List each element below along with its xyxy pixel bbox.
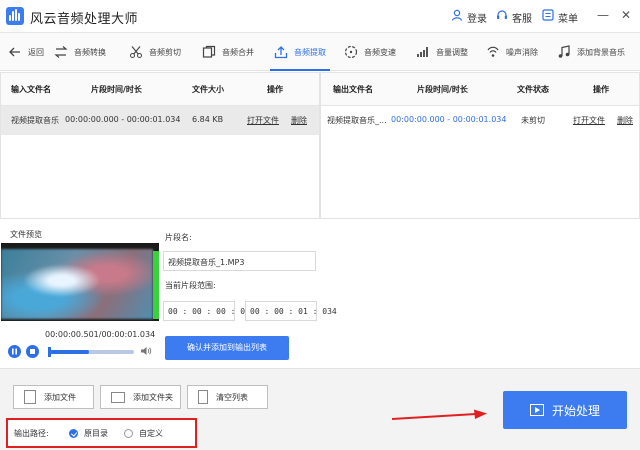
confirm-add-to-output-button[interactable]: 确认并添加到输出列表 — [165, 336, 289, 360]
open-file-link[interactable]: 打开文件 — [247, 115, 279, 126]
play-icon — [529, 404, 544, 416]
music-note-icon — [558, 45, 570, 58]
tool-audio-extract[interactable]: 音频提取 — [270, 33, 330, 71]
table-header: 输入文件名 片段时间/时长 文件大小 操作 — [1, 73, 319, 106]
tool-label: 添加背景音乐 — [577, 47, 625, 57]
app-logo-icon — [6, 7, 24, 25]
trash-icon — [198, 390, 208, 404]
range-start-input[interactable]: 00 : 00 : 00 : 000 — [163, 301, 255, 321]
playback-progress-slider[interactable] — [48, 347, 134, 357]
volume-icon[interactable] — [140, 346, 152, 356]
convert-icon — [54, 46, 68, 58]
add-file-label: 添加文件 — [44, 392, 76, 402]
speed-icon — [344, 45, 358, 59]
segment-time: 00:00:00.000 - 00:00:01.034 — [65, 115, 181, 124]
upload-icon — [274, 46, 288, 59]
column-header: 操作 — [593, 85, 609, 94]
merge-icon — [202, 45, 216, 58]
playhead-marker — [153, 251, 159, 319]
segment-time: 00:00:00.000 - 00:00:01.034 — [391, 115, 507, 124]
output-path-group: 输出路径: 原目录 自定义 — [6, 418, 197, 448]
progress-start-handle[interactable] — [48, 347, 51, 357]
start-processing-button[interactable]: 开始处理 — [503, 391, 627, 429]
tool-audio-merge[interactable]: 音频合并 — [202, 33, 254, 71]
tool-label: 音量调整 — [436, 47, 468, 57]
tool-volume-adjust[interactable]: 音量调整 — [416, 33, 468, 71]
column-header: 文件大小 — [192, 85, 224, 94]
segment-range-label: 当前片段范围: — [165, 281, 216, 290]
login-link[interactable]: 登录 — [467, 10, 487, 25]
delete-link[interactable]: 删除 — [291, 115, 307, 126]
add-folder-icon — [111, 391, 125, 403]
tool-label: 噪声消除 — [506, 47, 538, 57]
stop-icon[interactable] — [26, 345, 39, 358]
tool-label: 音频提取 — [294, 47, 326, 57]
menu-icon[interactable] — [542, 9, 554, 21]
tool-label: 音频合并 — [222, 47, 254, 57]
preview-label: 文件预览 — [10, 230, 42, 239]
column-header: 片段时间/时长 — [417, 85, 468, 94]
user-icon[interactable] — [451, 9, 463, 21]
video-frame — [1, 249, 153, 319]
tool-add-bgm[interactable]: 添加背景音乐 — [557, 33, 625, 71]
tool-audio-speed[interactable]: 音频变速 — [344, 33, 396, 71]
column-header: 片段时间/时长 — [91, 85, 142, 94]
back-label: 返回 — [28, 47, 44, 57]
tool-noise-removal[interactable]: 噪声消除 — [486, 33, 538, 71]
headset-icon[interactable] — [496, 9, 508, 21]
original-dir-label[interactable]: 原目录 — [84, 428, 108, 439]
video-preview[interactable] — [1, 243, 159, 321]
segment-name-label: 片段名: — [165, 233, 192, 242]
menu-link[interactable]: 菜单 — [558, 10, 578, 25]
range-end-input[interactable]: 00 : 00 : 01 : 034 — [245, 301, 337, 321]
tool-label: 音频剪切 — [149, 47, 181, 57]
back-button[interactable]: 返回 — [8, 33, 44, 71]
clear-list-label: 清空列表 — [216, 392, 248, 402]
pause-icon[interactable] — [8, 345, 21, 358]
back-arrow-icon — [9, 47, 20, 57]
output-path-label: 输出路径: — [14, 429, 49, 438]
radio-custom-dir[interactable] — [124, 429, 133, 438]
tool-label: 音频变速 — [364, 47, 396, 57]
minimize-icon[interactable]: — — [597, 8, 609, 22]
noise-icon — [487, 46, 499, 57]
column-header: 输出文件名 — [333, 85, 373, 94]
file-status: 未剪切 — [521, 116, 545, 125]
add-folder-label: 添加文件夹 — [133, 392, 173, 402]
output-file-table: 输出文件名 片段时间/时长 文件状态 操作 视频提取音乐_... 00:00:0… — [320, 72, 640, 219]
playback-time: 00:00:00.501/00:00:01.034 — [45, 330, 156, 339]
app-title: 风云音频处理大师 — [30, 12, 139, 27]
tool-label: 音频转换 — [74, 47, 106, 57]
file-name: 视频提取音乐_... — [327, 116, 387, 125]
red-arrow-annotation — [391, 409, 487, 420]
radio-original-dir[interactable] — [69, 429, 78, 438]
service-link[interactable]: 客服 — [512, 10, 532, 25]
file-size: 6.84 KB — [192, 115, 224, 124]
custom-dir-label[interactable]: 自定义 — [139, 428, 163, 439]
column-header: 操作 — [267, 85, 283, 94]
add-folder-button[interactable]: 添加文件夹 — [100, 385, 181, 409]
tool-audio-convert[interactable]: 音频转换 — [54, 33, 106, 71]
segment-name-input[interactable]: 视频提取音乐_1.MP3 — [163, 251, 316, 271]
clear-list-button[interactable]: 清空列表 — [187, 385, 268, 409]
function-toolbar: 返回 音频转换 音频剪切 音频合并 音频提取 音频变速 音量调整 噪声消除 添加… — [0, 33, 640, 71]
tool-audio-cut[interactable]: 音频剪切 — [129, 33, 181, 71]
add-file-icon — [24, 390, 36, 404]
column-header: 文件状态 — [517, 85, 549, 94]
title-bar: 风云音频处理大师 登录 客服 菜单 — ✕ — [0, 0, 640, 33]
file-name: 视频提取音乐 — [11, 116, 59, 125]
table-row[interactable]: 视频提取音乐 00:00:00.000 - 00:00:01.034 6.84 … — [1, 106, 319, 135]
close-icon[interactable]: ✕ — [621, 8, 631, 22]
scissors-icon — [130, 46, 142, 58]
start-label: 开始处理 — [551, 403, 600, 418]
add-file-button[interactable]: 添加文件 — [13, 385, 94, 409]
column-header: 输入文件名 — [11, 85, 51, 94]
progress-fill — [48, 350, 90, 354]
table-row[interactable]: 视频提取音乐_... 00:00:00.000 - 00:00:01.034 未… — [321, 106, 639, 135]
volume-bars-icon — [417, 47, 428, 57]
table-header: 输出文件名 片段时间/时长 文件状态 操作 — [321, 73, 639, 106]
input-file-table: 输入文件名 片段时间/时长 文件大小 操作 视频提取音乐 00:00:00.00… — [0, 72, 320, 219]
delete-link[interactable]: 删除 — [617, 115, 633, 126]
open-file-link[interactable]: 打开文件 — [573, 115, 605, 126]
